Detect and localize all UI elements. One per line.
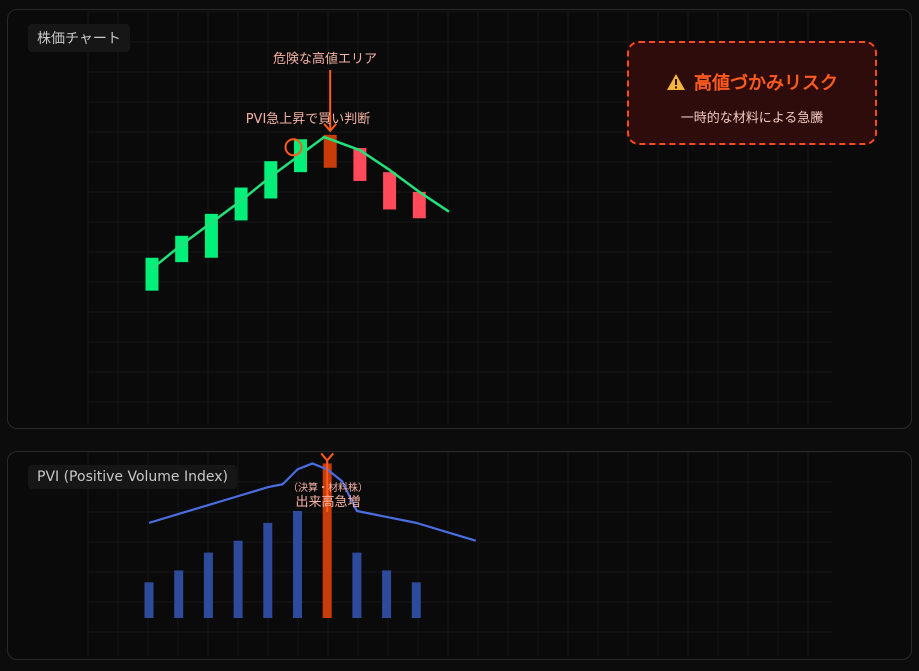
signal-annotation: PVI急上昇で買い判断 [245, 112, 371, 127]
volume-bar [293, 510, 302, 618]
price-chart-panel: 株価チャート 危険な高値エリア PVI急上昇で買い判断 高値づかみリスク 一時的… [7, 9, 912, 429]
risk-callout: 高値づかみリスク 一時的な材料による急騰 [627, 41, 877, 145]
peak-annotation: 危険な高値エリア [272, 52, 378, 67]
volume-annotation: 出来高急増 [295, 495, 361, 510]
candle [383, 172, 397, 210]
risk-subtitle: 一時的な材料による急騰 [680, 111, 824, 126]
candle [145, 257, 159, 291]
volume-bar [203, 552, 213, 618]
pvi-chart-label: PVI (Positive Volume Index) [28, 465, 238, 489]
volume-bar [263, 522, 273, 618]
volume-bar [233, 540, 243, 618]
warning-icon [667, 74, 685, 90]
volume-bar [144, 582, 154, 618]
volume-bar [174, 570, 184, 618]
volume-bar [411, 582, 421, 618]
volume-bar [352, 552, 362, 618]
risk-title: 高値づかみリスク [694, 73, 838, 94]
pvi-chart-panel: PVI (Positive Volume Index) （決算・材料株） 出来高… [7, 451, 912, 660]
price-chart-label: 株価チャート [28, 24, 130, 52]
volume-bar [382, 570, 392, 618]
